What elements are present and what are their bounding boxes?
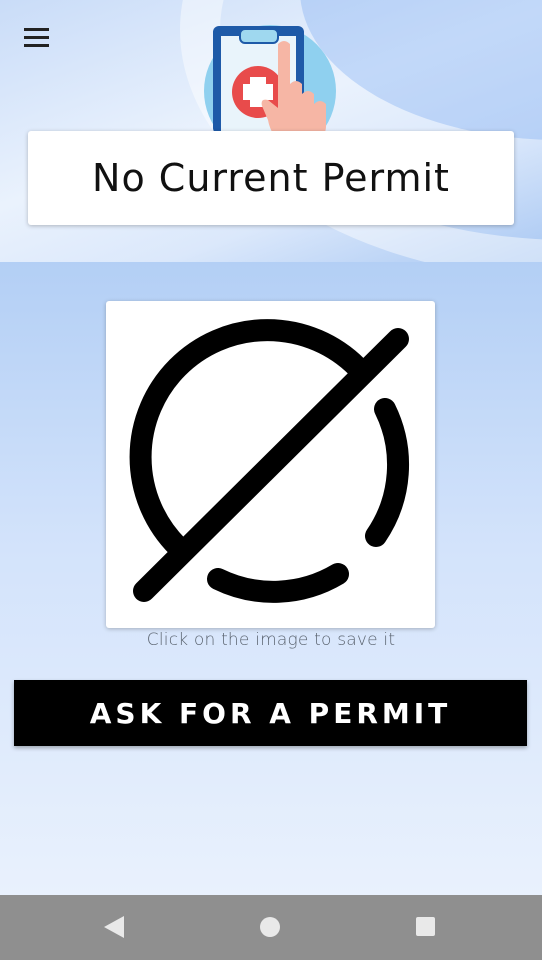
title-card: No Current Permit bbox=[28, 131, 514, 225]
page-title: No Current Permit bbox=[92, 156, 450, 200]
system-navigation-bar bbox=[0, 895, 542, 960]
permit-image[interactable] bbox=[106, 301, 435, 628]
no-symbol-icon bbox=[129, 319, 409, 603]
ask-for-permit-button[interactable]: ASK FOR A PERMIT bbox=[14, 680, 527, 746]
home-circle-icon[interactable] bbox=[260, 917, 280, 937]
hamburger-menu-icon[interactable] bbox=[18, 22, 56, 52]
medical-clipboard-hand-icon bbox=[204, 25, 336, 134]
save-image-caption: Click on the image to save it bbox=[146, 630, 396, 650]
recent-apps-square-icon[interactable] bbox=[416, 917, 435, 936]
back-triangle-icon[interactable] bbox=[103, 915, 125, 939]
